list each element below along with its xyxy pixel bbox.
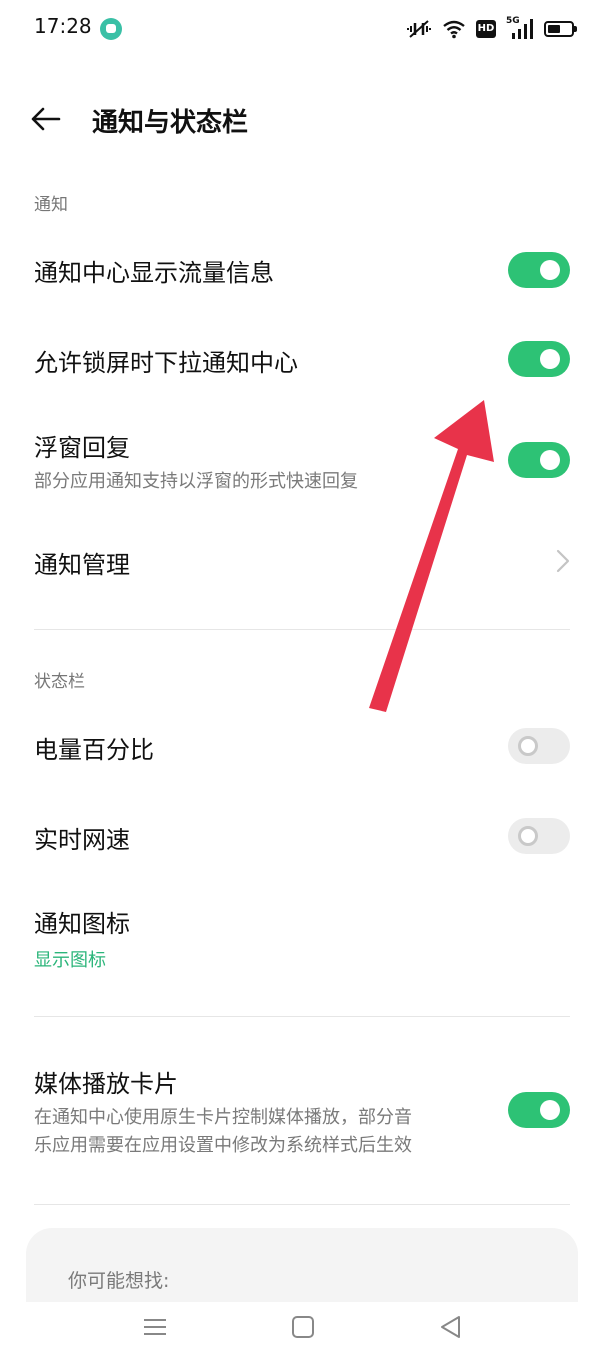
suggestion-title: 你可能想找:: [68, 1270, 170, 1292]
status-icons: HD 5G: [406, 14, 577, 44]
status-bar: 17:28 HD 5G: [0, 0, 612, 58]
5g-signal-icon: 5G: [506, 16, 534, 40]
row-title: 通知中心显示流量信息: [34, 259, 274, 287]
status-time: 17:28: [34, 14, 92, 38]
hd-icon: HD: [476, 20, 496, 38]
row-description: 部分应用通知支持以浮窗的形式快速回复: [34, 471, 358, 492]
section-label-status-bar: 状态栏: [34, 672, 85, 692]
lockscreen-pull-toggle[interactable]: [508, 341, 570, 377]
row-value: 显示图标: [34, 950, 106, 971]
row-description-line2: 乐应用需要在应用设置中修改为系统样式后生效: [34, 1135, 412, 1156]
home-square-icon[interactable]: [288, 1312, 318, 1342]
realtime-speed-toggle[interactable]: [508, 818, 570, 854]
battery-percent-toggle[interactable]: [508, 728, 570, 764]
navigation-bar: [0, 1302, 612, 1350]
message-bubble-icon: [100, 18, 122, 40]
back-triangle-icon[interactable]: [436, 1312, 466, 1342]
traffic-info-toggle[interactable]: [508, 252, 570, 288]
media-card-toggle[interactable]: [508, 1092, 570, 1128]
divider: [34, 629, 570, 630]
mute-vibrate-icon: [407, 20, 431, 38]
row-title: 通知管理: [34, 551, 130, 579]
row-title: 通知图标: [34, 910, 130, 938]
battery-icon: [544, 21, 577, 37]
chevron-right-icon: [556, 549, 570, 573]
page-title: 通知与状态栏: [92, 108, 249, 138]
row-description-line1: 在通知中心使用原生卡片控制媒体播放，部分音: [34, 1107, 412, 1128]
row-title: 浮窗回复: [34, 434, 130, 462]
floating-reply-toggle[interactable]: [508, 442, 570, 478]
menu-icon[interactable]: [140, 1312, 170, 1342]
wifi-icon: [443, 20, 465, 39]
divider: [34, 1016, 570, 1017]
row-title: 实时网速: [34, 826, 130, 854]
back-arrow-icon[interactable]: [30, 104, 62, 134]
row-title: 电量百分比: [34, 736, 154, 764]
divider: [34, 1204, 570, 1205]
row-title: 媒体播放卡片: [34, 1070, 178, 1098]
row-title: 允许锁屏时下拉通知中心: [34, 349, 298, 377]
section-label-notification: 通知: [34, 195, 68, 215]
header: 通知与状态栏: [0, 90, 612, 148]
